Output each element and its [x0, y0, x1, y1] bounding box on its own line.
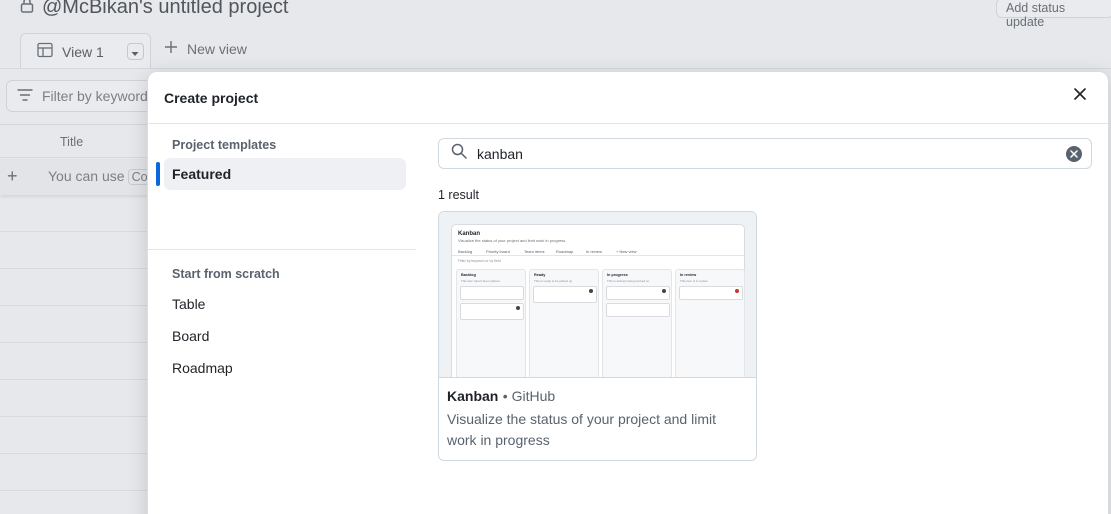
new-view-button[interactable]: New view — [164, 40, 247, 57]
preview-column-title: Backlog — [461, 273, 476, 277]
template-owner: • GitHub — [502, 388, 556, 404]
preview-column: Ready This is ready to be picked up — [529, 269, 599, 377]
scratch-heading: Start from scratch — [172, 267, 280, 281]
sidebar-item-table[interactable]: Table — [172, 296, 205, 312]
filter-input[interactable]: Filter by keyword — [6, 80, 156, 112]
avatar — [516, 306, 520, 310]
add-item-hint: You can use Co — [48, 168, 152, 185]
grid-divider — [0, 342, 150, 343]
template-card-heading: Kanban • GitHub — [447, 388, 747, 406]
preview-card — [679, 286, 743, 300]
preview-column: In progress This is actively being worke… — [602, 269, 672, 377]
preview-column-title: Ready — [534, 273, 546, 277]
grid-divider — [0, 490, 150, 491]
search-icon — [451, 143, 467, 164]
result-count: 1 result — [438, 188, 479, 202]
sidebar-divider — [148, 249, 416, 250]
grid-divider — [0, 416, 150, 417]
sidebar-item-board[interactable]: Board — [172, 328, 209, 344]
preview-card — [533, 286, 597, 303]
create-project-dialog: Create project Project templates Feature… — [147, 71, 1109, 514]
preview-subtitle: Visualize the status of your project and… — [458, 238, 566, 243]
dialog-header: Create project — [148, 72, 1108, 124]
preview-tabs: Backlog Priority board Team items Roadma… — [452, 246, 744, 256]
grid-divider — [0, 379, 150, 380]
dialog-title: Create project — [164, 89, 259, 106]
add-item-icon[interactable]: + — [7, 166, 18, 187]
preview-column: In review This item is in review — [675, 269, 745, 377]
preview-tab: Backlog — [458, 249, 473, 254]
preview-column-title: In review — [680, 273, 697, 277]
preview-tab: Team items — [524, 249, 545, 254]
preview-column-desc: This item is in review — [680, 279, 708, 283]
grid-divider — [0, 157, 150, 158]
preview-card — [606, 286, 670, 300]
preview-title: Kanban — [458, 231, 481, 237]
preview-column-desc: This item hasn't been started — [461, 279, 500, 283]
template-card-body: Kanban • GitHub Visualize the status of … — [447, 388, 747, 451]
tab-view-1[interactable]: View 1 — [20, 33, 151, 69]
grid-divider — [0, 231, 150, 232]
preview-column: Backlog This item hasn't been started — [456, 269, 526, 377]
grid-divider — [0, 305, 150, 306]
avatar — [735, 289, 739, 293]
lock-icon — [20, 0, 34, 19]
preview-card — [460, 286, 524, 300]
selected-indicator — [156, 162, 160, 186]
preview-filter: Filter by keyword or by field — [458, 259, 501, 263]
template-name: Kanban — [447, 388, 499, 404]
avatar — [662, 289, 666, 293]
preview-card — [460, 303, 524, 320]
clear-search-button[interactable] — [1066, 146, 1082, 162]
column-header-title[interactable]: Title — [60, 135, 83, 149]
grid-divider — [0, 453, 150, 454]
templates-heading: Project templates — [172, 138, 277, 152]
preview-board: Kanban Visualize the status of your proj… — [451, 224, 745, 377]
plus-icon — [164, 40, 178, 57]
preview-column-title: In progress — [607, 273, 628, 277]
search-input[interactable] — [477, 145, 1037, 162]
grid-divider — [0, 124, 150, 125]
template-search[interactable] — [438, 138, 1092, 169]
grid-divider — [0, 268, 150, 269]
add-status-update-button[interactable]: Add status update — [996, 0, 1111, 29]
preview-tab: Roadmap — [556, 249, 574, 254]
view-options-button[interactable] — [126, 43, 144, 60]
preview-card — [606, 303, 670, 317]
project-title: @McBikan's untitled project — [20, 0, 288, 19]
close-button[interactable] — [1072, 88, 1088, 104]
sidebar-item-featured[interactable]: Featured — [164, 158, 406, 190]
tabs-divider — [0, 68, 1111, 69]
x-icon — [1070, 150, 1078, 158]
table-icon — [37, 42, 53, 61]
preview-tab: In review — [586, 249, 603, 254]
template-description: Visualize the status of your project and… — [447, 411, 716, 448]
tab-view-1-label: View 1 — [62, 43, 104, 60]
triangle-down-icon — [131, 44, 139, 60]
sidebar-item-roadmap[interactable]: Roadmap — [172, 360, 233, 376]
preview-column-desc: This is ready to be picked up — [534, 279, 573, 283]
avatar — [589, 289, 593, 293]
preview-tab: Priority board — [486, 249, 510, 254]
template-preview-image: Kanban Visualize the status of your proj… — [439, 212, 756, 378]
template-card-kanban[interactable]: Kanban Visualize the status of your proj… — [438, 211, 757, 461]
filter-icon — [17, 88, 33, 105]
preview-tab: + New view — [616, 249, 637, 254]
preview-column-desc: This is actively being worked on — [607, 279, 650, 283]
close-icon — [1074, 87, 1086, 105]
